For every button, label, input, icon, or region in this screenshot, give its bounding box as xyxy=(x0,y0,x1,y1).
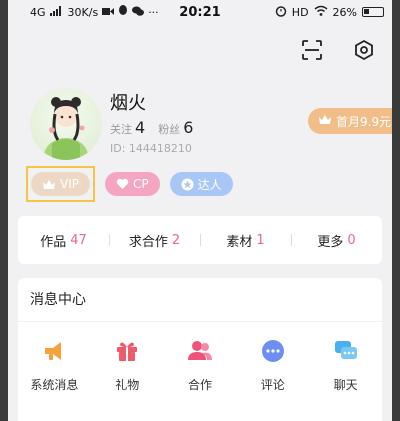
crown-icon xyxy=(318,114,332,128)
battery-percent: 26% xyxy=(332,5,357,19)
comments-label: 评论 xyxy=(260,378,285,392)
materials-tab[interactable]: 素材 1 xyxy=(200,231,291,250)
status-left: 4G 30K/s ··· xyxy=(30,5,159,19)
promo-label: 首月9.9元 xyxy=(336,114,392,129)
gift-icon xyxy=(114,338,140,364)
works-card: 作品 47 求合作 2 素材 1 更多 0 xyxy=(18,216,382,264)
system-messages-label: 系统消息 xyxy=(30,378,79,392)
gifts-label: 礼物 xyxy=(115,378,140,392)
nickname: 烟火 xyxy=(110,93,146,114)
vip-promo-button[interactable]: 首月9.9元 › xyxy=(308,108,392,134)
network-type: 4G xyxy=(30,5,46,19)
vip-badge-label: VIP xyxy=(60,177,79,191)
works-count: 47 xyxy=(70,232,87,248)
following-count[interactable]: 4 xyxy=(135,118,145,137)
star-icon xyxy=(181,178,194,190)
badges: VIP CP 达人 xyxy=(26,166,233,202)
follow-stats: 关注 4 粉丝 6 xyxy=(110,118,203,137)
following-label[interactable]: 关注 xyxy=(110,121,132,137)
materials-label: 素材 xyxy=(226,234,253,250)
cooperation-requests-tab[interactable]: 求合作 2 xyxy=(109,231,200,250)
battery-icon xyxy=(362,7,384,17)
talent-badge[interactable]: 达人 xyxy=(169,172,233,196)
wifi-icon xyxy=(314,5,328,19)
alarm-icon xyxy=(275,5,287,20)
fans-label[interactable]: 粉丝 xyxy=(158,121,180,137)
chat-button[interactable]: 聊天 xyxy=(309,338,382,393)
more-count: 0 xyxy=(347,232,356,248)
talent-badge-label: 达人 xyxy=(197,177,222,192)
status-right: HD 26% xyxy=(275,5,384,20)
heart-icon xyxy=(116,178,129,189)
chat-icon xyxy=(333,338,359,364)
cooperation-requests-label: 求合作 xyxy=(128,234,168,250)
more-label: 更多 xyxy=(317,234,344,250)
fans-count[interactable]: 6 xyxy=(183,118,193,137)
scan-icon xyxy=(302,40,322,60)
comments-button[interactable]: 评论 xyxy=(236,338,309,393)
works-label: 作品 xyxy=(40,234,67,250)
signal-icon xyxy=(49,5,64,19)
vip-badge-highlight: VIP xyxy=(26,166,95,202)
people-icon xyxy=(187,338,213,364)
megaphone-icon xyxy=(41,338,67,364)
cp-badge-label: CP xyxy=(132,177,149,191)
more-notifications-icon: ··· xyxy=(148,5,159,19)
network-speed: 30K/s xyxy=(67,5,99,19)
chat-label: 聊天 xyxy=(333,378,358,392)
screen: 4G 30K/s ··· 20:21 HD 26% 烟火 关注 4 粉丝 6 I… xyxy=(8,0,392,421)
cooperation-button[interactable]: 合作 xyxy=(164,338,237,393)
hd-indicator: HD xyxy=(291,5,309,19)
system-messages-button[interactable]: 系统消息 xyxy=(18,338,91,393)
crown-icon xyxy=(43,179,55,189)
cooperation-requests-count: 2 xyxy=(171,232,181,248)
message-center-title: 消息中心 xyxy=(18,278,382,322)
wechat-icon xyxy=(132,6,145,19)
message-center: 消息中心 系统消息 礼物 合作 评论 聊天 xyxy=(18,278,382,421)
cp-badge[interactable]: CP xyxy=(104,172,160,196)
vip-badge[interactable]: VIP xyxy=(31,172,90,196)
qq-icon xyxy=(118,5,128,19)
gifts-button[interactable]: 礼物 xyxy=(91,338,164,393)
user-id: ID: 144418210 xyxy=(110,142,192,155)
settings-icon xyxy=(355,39,373,61)
video-icon xyxy=(102,6,115,19)
comment-icon xyxy=(260,338,286,364)
more-tab[interactable]: 更多 0 xyxy=(291,231,382,250)
avatar[interactable] xyxy=(30,88,102,160)
avatar-illustration xyxy=(44,97,88,160)
settings-button[interactable] xyxy=(352,38,376,62)
message-center-grid: 系统消息 礼物 合作 评论 聊天 xyxy=(18,322,382,393)
top-actions xyxy=(300,38,376,62)
status-bar: 4G 30K/s ··· 20:21 HD 26% xyxy=(8,0,392,24)
cooperation-label: 合作 xyxy=(187,378,212,392)
materials-count: 1 xyxy=(256,232,265,248)
scan-button[interactable] xyxy=(300,38,324,62)
works-tab[interactable]: 作品 47 xyxy=(18,231,109,250)
